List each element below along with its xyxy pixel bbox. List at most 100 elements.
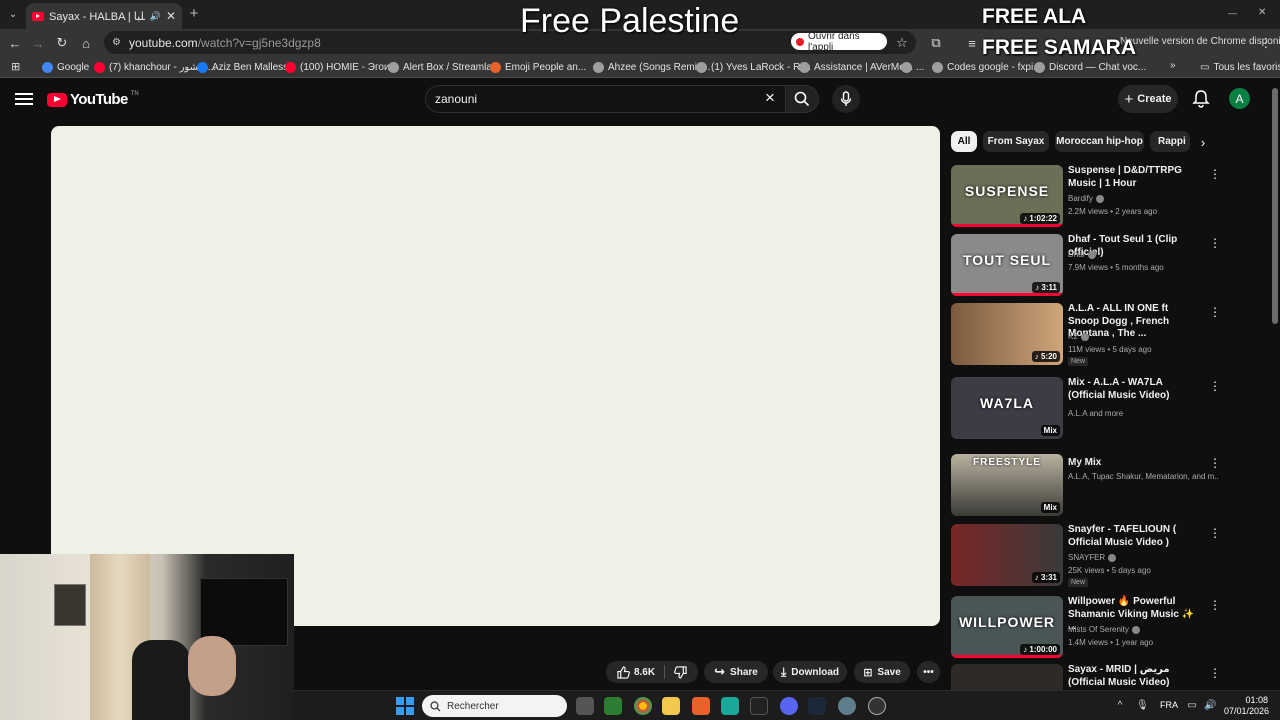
page-scrollbar[interactable] [1270, 78, 1280, 690]
more-vertical-icon[interactable]: ⋮ [1209, 598, 1221, 612]
browser-tab-active[interactable]: Sayax - HALBA | هلبا (Offici 🔊 ✕ [26, 3, 182, 29]
like-button[interactable]: 8.6K [617, 665, 655, 679]
reload-icon[interactable]: ↻ [52, 33, 72, 53]
save-button[interactable]: ⊞ Save [854, 661, 910, 683]
recommendation-item[interactable]: ♪ 5:20 A.L.A - ALL IN ONE ft Snoop Dogg … [951, 303, 1221, 366]
streamlabs-icon[interactable] [604, 697, 622, 715]
channel-name[interactable]: K2 [1068, 332, 1218, 341]
video-thumbnail[interactable]: WILLPOWER ♪ 1:00:00 [951, 596, 1063, 658]
video-thumbnail[interactable]: ♪ 3:31 [951, 524, 1063, 586]
recommendation-item[interactable]: SUSPENSE ♪ 1:02:22 Suspense | D&D/TTRPG … [951, 165, 1221, 227]
youtube-logo[interactable]: YouTube TN [47, 91, 139, 108]
settings-gear-icon[interactable] [838, 697, 856, 715]
chips-next-chevron-icon[interactable]: › [1194, 133, 1212, 151]
input-language[interactable]: FRA [1160, 700, 1178, 710]
video-thumbnail[interactable] [951, 664, 1063, 690]
video-thumbnail[interactable]: ♪ 5:20 [951, 303, 1063, 365]
video-thumbnail[interactable]: WA7LA Mix [951, 377, 1063, 439]
channel-name[interactable]: A.L.A, Tupac Shakur, Mematarion, and m..… [1068, 472, 1218, 481]
chip-rapping[interactable]: Rappi [1150, 131, 1190, 152]
bookmark-item[interactable]: Aziz Ben Mallessa [197, 59, 294, 75]
chip-all[interactable]: All [951, 131, 977, 152]
notifications-bell-icon[interactable] [1192, 89, 1210, 109]
clear-search-icon[interactable]: × [761, 89, 779, 107]
recommendation-item[interactable]: TOUT SEUL ♪ 3:11 Dhaf - Tout Seul 1 (Cli… [951, 234, 1221, 296]
microphone-tray-icon[interactable]: 🎙 [1136, 700, 1149, 712]
video-player[interactable] [51, 126, 940, 626]
recommendation-item[interactable]: FREESTYLE Mix My Mix A.L.A, Tupac Shakur… [951, 454, 1221, 516]
more-vertical-icon[interactable]: ⋮ [1209, 379, 1221, 393]
search-input[interactable]: zanouni [425, 85, 785, 113]
new-tab-plus-icon[interactable]: + [186, 6, 202, 22]
video-thumbnail[interactable]: FREESTYLE Mix [951, 454, 1063, 516]
bookmark-item[interactable]: Ahzee (Songs Remix... [593, 59, 710, 75]
channel-name[interactable]: A.L.A and more [1068, 409, 1218, 418]
video-title[interactable]: Suspense | D&D/TTRPG Music | 1 Hour [1068, 165, 1202, 190]
bookmark-item[interactable]: ... [901, 59, 924, 75]
more-vertical-icon[interactable]: ⋮ [1209, 305, 1221, 319]
volume-icon[interactable]: 🔊 [1204, 700, 1216, 712]
hamburger-menu-icon[interactable] [15, 90, 33, 108]
voice-search-button[interactable] [832, 85, 860, 113]
home-icon[interactable]: ⌂ [76, 33, 96, 53]
system-clock[interactable]: 01:08 07/01/2026 [1224, 695, 1269, 717]
recommendation-item[interactable]: ♪ 3:31 Snayfer - TAFELIOUN ( Official Mu… [951, 524, 1221, 587]
recommendation-item[interactable]: WA7LA Mix Mix - A.L.A - WA7LA (Official … [951, 377, 1221, 439]
video-title[interactable]: My Mix [1068, 457, 1202, 470]
speaker-icon[interactable]: 🔊 [150, 11, 161, 22]
recommendation-item[interactable]: Sayax - MRID | مريض (Official Music Vide… [951, 664, 1221, 690]
site-info-icon[interactable]: ⚙ [112, 37, 121, 48]
bookmark-item[interactable]: Alert Box / Streamla... [388, 59, 500, 75]
windows-start-icon[interactable] [396, 697, 414, 715]
bookmark-item[interactable]: Discord — Chat voc... [1034, 59, 1146, 75]
media-controls-icon[interactable]: ≡ [962, 33, 982, 53]
chrome-icon[interactable] [634, 697, 652, 715]
taskbar-search-input[interactable]: Rechercher [422, 695, 567, 717]
channel-name[interactable]: Bardify [1068, 194, 1218, 203]
discord-icon[interactable] [780, 697, 798, 715]
scrollbar-thumb[interactable] [1272, 88, 1278, 324]
apps-grid-icon[interactable]: ⊞ [11, 60, 20, 73]
video-thumbnail[interactable]: TOUT SEUL ♪ 3:11 [951, 234, 1063, 296]
open-in-app-button[interactable]: Ouvrir dans l'appli [791, 31, 887, 53]
app-triangle-icon[interactable] [692, 697, 710, 715]
bookmark-item[interactable]: Google [42, 59, 89, 75]
video-title[interactable]: Mix - A.L.A - WA7LA (Official Music Vide… [1068, 377, 1202, 402]
download-button[interactable]: ⤓ Download [773, 661, 847, 683]
recommendation-item[interactable]: WILLPOWER ♪ 1:00:00 Willpower 🔥 Powerful… [951, 596, 1221, 658]
bookmark-item[interactable]: Emoji People an... [490, 59, 586, 75]
steam-icon[interactable] [808, 697, 826, 715]
app-circle-icon[interactable] [868, 697, 886, 715]
more-vertical-icon[interactable]: ⋮ [1209, 526, 1221, 540]
bookmark-item[interactable]: (100) HOMIE - Эгои... [285, 59, 398, 75]
video-title[interactable]: Sayax - MRID | مريض (Official Music Vide… [1068, 664, 1202, 689]
chip-from-sayax[interactable]: From Sayax [983, 131, 1049, 152]
more-actions-button[interactable]: ••• [917, 661, 940, 683]
bookmarks-overflow-chevron-icon[interactable]: » [1170, 60, 1176, 71]
window-close-icon[interactable]: ✕ [1258, 7, 1266, 18]
more-vertical-icon[interactable]: ⋮ [1209, 167, 1221, 181]
network-icon[interactable]: ▭ [1186, 700, 1198, 712]
all-bookmarks-folder[interactable]: ▭ Tous les favoris [1200, 59, 1280, 75]
channel-name[interactable]: SNAYFER [1068, 553, 1218, 562]
thumbs-down-icon[interactable] [674, 665, 687, 679]
channel-name[interactable]: Dhaf [1068, 250, 1218, 259]
more-vertical-icon[interactable]: ⋮ [1209, 456, 1221, 470]
search-button[interactable] [785, 85, 819, 113]
bookmark-item[interactable]: (1) Yves LaRock - Ri... [696, 59, 811, 75]
bookmark-item[interactable]: Assistance | AVerMe... [799, 59, 913, 75]
task-view-icon[interactable] [576, 697, 594, 715]
tab-search-chevron-icon[interactable]: ⌄ [4, 5, 22, 23]
app-dark-icon[interactable] [750, 697, 768, 715]
chip-moroccan-hip-hop[interactable]: Moroccan hip-hop [1055, 131, 1144, 152]
channel-name[interactable]: Mists Of Serenity [1068, 625, 1218, 634]
more-vertical-icon[interactable]: ⋮ [1209, 236, 1221, 250]
bookmark-item[interactable]: Codes google - fxpi... [932, 59, 1042, 75]
share-button[interactable]: ↪ Share [704, 661, 768, 683]
create-button[interactable]: + Create [1118, 85, 1178, 113]
app-teal-icon[interactable] [721, 697, 739, 715]
more-vertical-icon[interactable]: ⋮ [1209, 666, 1221, 680]
tray-overflow-chevron-icon[interactable]: ^ [1114, 700, 1126, 712]
file-explorer-icon[interactable] [662, 697, 680, 715]
video-thumbnail[interactable]: SUSPENSE ♪ 1:02:22 [951, 165, 1063, 227]
